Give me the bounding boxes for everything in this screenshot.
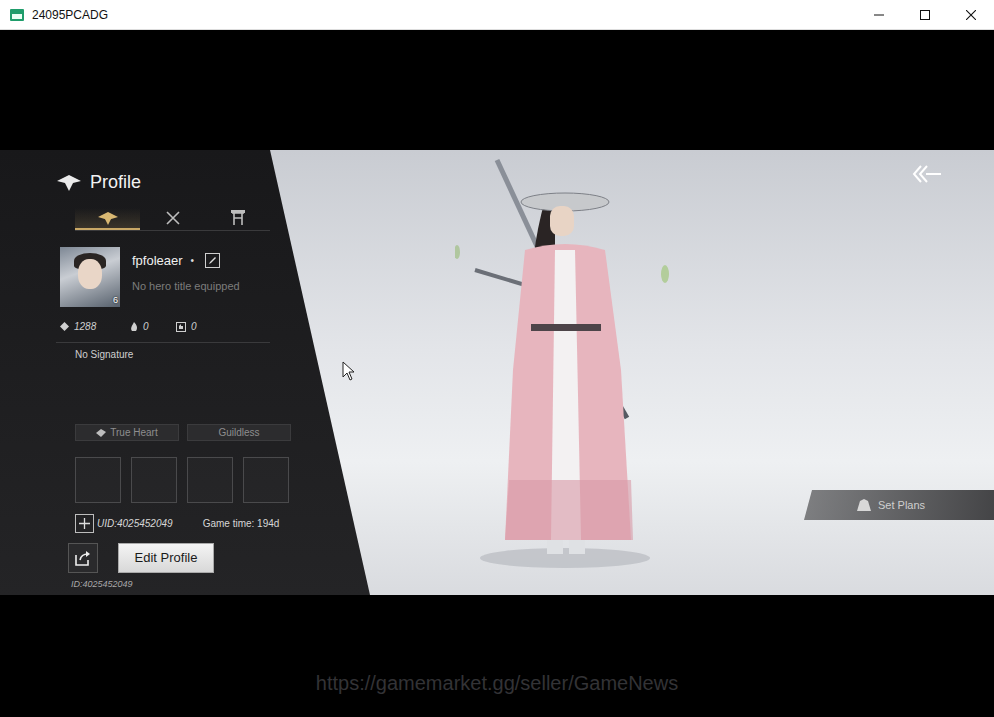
uid: UID:4025452049 [97,516,173,531]
tag-label: True Heart [110,425,157,440]
signature[interactable]: No Signature [75,347,370,362]
stats-row: 1288 0 0 [56,319,270,334]
badge-slot[interactable] [131,457,177,503]
maximize-icon[interactable] [902,0,948,30]
divider [56,342,270,343]
set-plans-label: Set Plans [878,497,925,514]
hat-icon [56,172,82,192]
tag-row: True Heart Guildless [75,424,370,441]
profile-tab[interactable] [205,208,270,230]
avatar[interactable]: 6 [60,247,120,307]
cursor-icon [342,361,356,381]
uid-row: UID:4025452049 Game time: 194d [75,514,370,533]
window-title: 24095PCADG [32,6,108,24]
back-arrow-icon[interactable] [912,164,942,184]
close-icon[interactable] [948,0,994,30]
tag[interactable]: Guildless [187,424,291,441]
profile-panel: Profile 6 fpfoleaer • No hero title equi… [0,150,370,595]
game-view: Profile 6 fpfoleaer • No hero title equi… [0,150,994,595]
panel-header: Profile [56,170,370,194]
status-dot: • [191,253,195,268]
set-plans-button[interactable]: Set Plans [804,490,994,520]
tag[interactable]: True Heart [75,424,179,441]
gem-icon [60,322,69,331]
crossed-swords-icon [165,210,181,226]
profile-tab[interactable] [140,208,205,230]
letterbox-bottom: https://gamemarket.gg/seller/GameNews [0,595,994,717]
player-card: 6 fpfoleaer • No hero title equipped [56,247,370,307]
game-time: Game time: 194d [203,516,280,531]
character-view: Set Plans [370,150,994,595]
badge-slot[interactable] [243,457,289,503]
stat-value: 1288 [74,319,96,334]
name-row: fpfoleaer • [132,251,240,271]
profile-tab[interactable] [75,208,140,230]
letterbox-top [0,30,994,150]
share-icon[interactable] [68,543,98,573]
watermark: https://gamemarket.gg/seller/GameNews [316,668,678,698]
tab-bar [75,208,270,231]
stat-value: 0 [143,319,149,334]
hero-title: No hero title equipped [132,278,240,295]
hat-icon [97,210,119,226]
player-id: ID:4025452049 [71,578,370,592]
plans-icon [856,498,872,512]
pencil-icon[interactable] [205,253,220,268]
heart-icon [96,429,106,437]
badge-slot[interactable] [187,457,233,503]
slot-row [75,457,370,503]
button-row: Edit Profile [68,543,370,573]
character-figure [455,150,675,580]
player-info: fpfoleaer • No hero title equipped [128,247,240,307]
stat: 1288 [60,319,130,334]
thumbs-up-icon [176,322,186,332]
flame-icon [130,322,138,332]
stat: 0 [176,319,222,334]
gate-icon [231,210,245,226]
plus-icon[interactable] [75,514,94,533]
app-icon [10,9,24,21]
title-bar: 24095PCADG [0,0,994,30]
panel-title: Profile [90,169,141,196]
window-controls [856,0,994,30]
edit-profile-button[interactable]: Edit Profile [118,543,214,573]
stat: 0 [130,319,176,334]
minimize-icon[interactable] [856,0,902,30]
badge-slot[interactable] [75,457,121,503]
player-name: fpfoleaer [132,251,183,271]
level-badge: 6 [113,294,118,308]
stat-value: 0 [191,319,197,334]
tag-label: Guildless [218,425,259,440]
